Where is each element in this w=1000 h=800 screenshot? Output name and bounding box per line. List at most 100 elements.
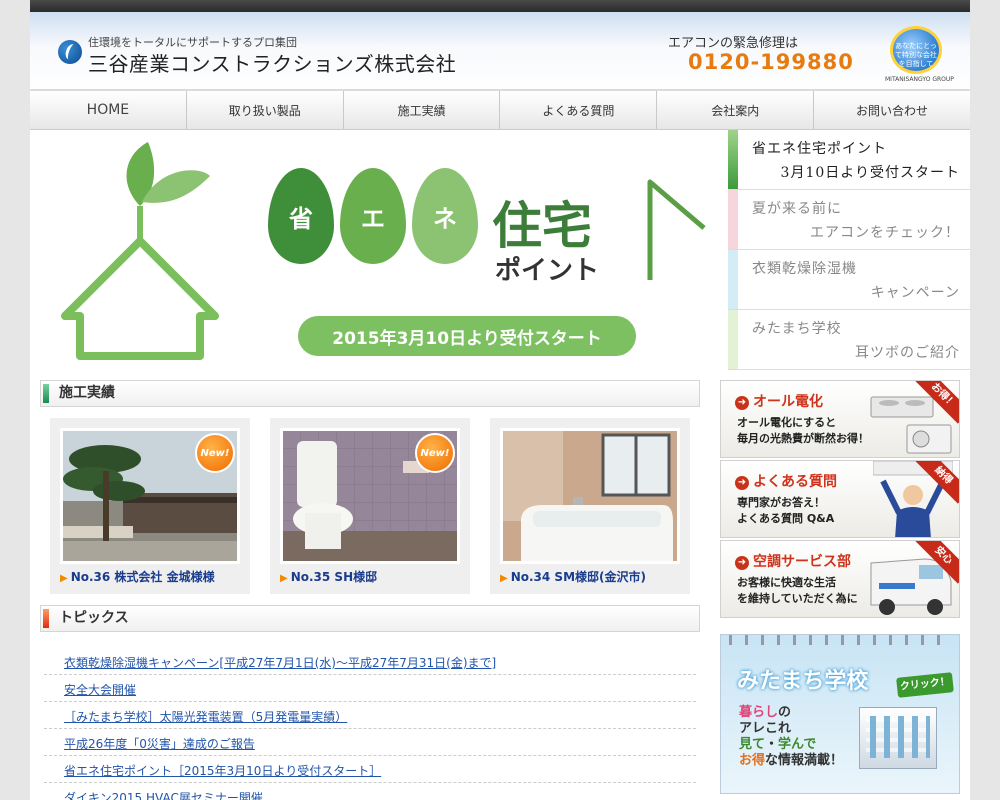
arrow-right-icon: ➜ bbox=[735, 476, 749, 490]
contact-label: エアコンの緊急修理は bbox=[668, 36, 799, 51]
nav-contact[interactable]: お問い合わせ bbox=[814, 91, 970, 129]
top-bar bbox=[30, 0, 970, 12]
phone-number[interactable]: 0120-199880 bbox=[688, 50, 854, 74]
promo-text-line1: 専門家がお答え！ bbox=[737, 496, 825, 509]
main-nav: HOME 取り扱い製品 施工実績 よくある質問 会社案内 お問い合わせ bbox=[30, 90, 970, 130]
arrow-right-icon: ➜ bbox=[735, 556, 749, 570]
school-line3-b: ・ bbox=[765, 737, 779, 752]
slider-tab-aircon[interactable]: 夏が来る前に エアコンをチェック！ bbox=[728, 190, 970, 250]
work-caption-text: No.34 SM様邸(金沢市) bbox=[510, 570, 646, 584]
work-caption-text: No.36 株式会社 金城様様 bbox=[70, 570, 215, 584]
promo-faq[interactable]: ➜ よくある質問 専門家がお答え！ よくある質問 Q&A 納得 bbox=[720, 460, 960, 538]
work-photo bbox=[500, 428, 680, 564]
slider-tab-bar bbox=[728, 130, 738, 189]
slider-tab-line1: 衣類乾燥除湿機 bbox=[752, 261, 857, 277]
page: 住環境をトータルにサポートするプロ集団 三谷産業コンストラクションズ株式会社 エ… bbox=[30, 0, 970, 800]
school-line2: アレこれ bbox=[739, 721, 792, 736]
slider-tab-dehumidifier[interactable]: 衣類乾燥除湿機 キャンペーン bbox=[728, 250, 970, 310]
slider-tab-school[interactable]: みたまち学校 耳ツボのご紹介 bbox=[728, 310, 970, 370]
school-title: みたまち学校 bbox=[737, 669, 869, 694]
promo-text: お客様に快適な生活 を維持していただく為に bbox=[737, 575, 858, 607]
works-grid: New! ▶ No.36 株式会社 金城様様 New! ▶ No.35 SH様邸… bbox=[50, 418, 690, 594]
work-caption[interactable]: ▶ No.34 SM様邸(金沢市) bbox=[500, 568, 646, 585]
list-item: 省エネ住宅ポイント［2015年3月10日より受付スタート］ bbox=[44, 756, 696, 783]
side-promos: ➜ オール電化 オール電化にすると 毎月の光熱費が断然お得！ お得！ ➜ よくある質問… bbox=[720, 380, 960, 620]
company-name[interactable]: 三谷産業コンストラクションズ株式会社 bbox=[88, 48, 456, 77]
promo-title: ➜ オール電化 bbox=[735, 391, 823, 411]
hero-word-jutaku: 住宅 bbox=[492, 197, 592, 255]
list-item: 平成26年度「0災害」達成のご報告 bbox=[44, 729, 696, 756]
hero-leaf-3: ネ bbox=[412, 168, 478, 264]
topic-link[interactable]: ダイキン2015 HVAC展セミナー開催 bbox=[64, 791, 263, 800]
school-line3-c: 学んで bbox=[778, 737, 817, 752]
hero-word-point: ポイント bbox=[495, 256, 600, 286]
school-line3-a: 見て bbox=[739, 737, 766, 752]
nav-products[interactable]: 取り扱い製品 bbox=[187, 91, 344, 129]
slider-tab-bar bbox=[728, 310, 738, 369]
slider-tab-eco-point[interactable]: 省エネ住宅ポイント 3月10日より受付スタート bbox=[728, 130, 970, 190]
promo-text: 専門家がお答え！ よくある質問 Q&A bbox=[737, 495, 834, 527]
work-caption[interactable]: ▶ No.35 SH様邸 bbox=[280, 568, 377, 585]
hero-banner[interactable]: 省 エ ネ 住宅 ポイント 2015年3月10日より受付スタート bbox=[30, 130, 727, 366]
new-badge: New! bbox=[195, 433, 235, 473]
caption-arrow-icon: ▶ bbox=[500, 573, 508, 584]
group-badge-circle: あなたにとって特別な会社を目指して bbox=[890, 26, 942, 74]
topic-link[interactable]: 衣類乾燥除湿機キャンペーン[平成27年7月1日(水)～平成27年7月31日(金)… bbox=[64, 656, 496, 670]
topic-link[interactable]: ［みたまち学校］太陽光発電装置（5月発電量実績） bbox=[64, 710, 347, 724]
school-line4-a: お得 bbox=[739, 753, 766, 768]
nav-faq[interactable]: よくある質問 bbox=[500, 91, 658, 129]
nav-company[interactable]: 会社案内 bbox=[657, 91, 815, 129]
slider-tabs: 省エネ住宅ポイント 3月10日より受付スタート 夏が来る前に エアコンをチェック… bbox=[728, 130, 970, 370]
list-item: ダイキン2015 HVAC展セミナー開催 bbox=[44, 783, 696, 800]
work-caption-text: No.35 SH様邸 bbox=[290, 570, 378, 584]
work-card[interactable]: New! ▶ No.35 SH様邸 bbox=[270, 418, 470, 594]
work-caption[interactable]: ▶ No.36 株式会社 金城様様 bbox=[60, 568, 215, 585]
promo-title-text: 空調サービス部 bbox=[753, 554, 851, 570]
site-header: 住環境をトータルにサポートするプロ集団 三谷産業コンストラクションズ株式会社 エ… bbox=[30, 12, 970, 90]
promo-title: ➜ よくある質問 bbox=[735, 471, 837, 491]
group-badge[interactable]: あなたにとって特別な会社を目指して MITANISANGYO GROUP bbox=[885, 26, 954, 92]
group-badge-label: MITANISANGYO GROUP bbox=[885, 76, 954, 83]
work-photo: New! bbox=[60, 428, 240, 564]
school-line1-rest: の bbox=[778, 705, 792, 720]
bathroom-photo bbox=[503, 431, 677, 561]
promo-text-line2: を維持していただく為に bbox=[737, 592, 858, 605]
topics-heading: トピックス bbox=[40, 605, 700, 632]
promo-aircon-service[interactable]: ➜ 空調サービス部 お客様に快適な生活 を維持していただく為に 安心 bbox=[720, 540, 960, 618]
slider-tab-line1: みたまち学校 bbox=[752, 321, 842, 337]
topic-link[interactable]: 安全大会開催 bbox=[64, 683, 136, 697]
works-heading: 施工実績 bbox=[40, 380, 700, 407]
company-logo-icon[interactable] bbox=[58, 40, 82, 64]
school-banner[interactable]: みたまち学校 クリック！ 暮らしの アレこれ 見て・学んで お得な情報満載！ bbox=[720, 634, 960, 794]
promo-text-line1: オール電化にすると bbox=[737, 416, 837, 429]
slider-tab-line2: キャンペーン bbox=[870, 285, 960, 301]
promo-all-electric[interactable]: ➜ オール電化 オール電化にすると 毎月の光熱費が断然お得！ お得！ bbox=[720, 380, 960, 458]
work-card[interactable]: ▶ No.34 SM様邸(金沢市) bbox=[490, 418, 690, 594]
slider-tab-line1: 夏が来る前に bbox=[752, 201, 842, 217]
promo-text-line2: 毎月の光熱費が断然お得！ bbox=[737, 432, 869, 445]
nav-home[interactable]: HOME bbox=[30, 91, 187, 129]
house-leaves-icon bbox=[61, 142, 219, 360]
click-label: クリック！ bbox=[896, 672, 954, 698]
promo-title: ➜ 空調サービス部 bbox=[735, 551, 851, 571]
heading-marker bbox=[43, 384, 49, 403]
work-card[interactable]: New! ▶ No.36 株式会社 金城様様 bbox=[50, 418, 250, 594]
heading-marker bbox=[43, 609, 49, 628]
topic-link[interactable]: 平成26年度「0災害」達成のご報告 bbox=[64, 737, 255, 751]
school-line1-highlight: 暮らし bbox=[739, 705, 779, 720]
notebook-rings bbox=[729, 635, 953, 645]
slider-tab-bar bbox=[728, 190, 738, 249]
hero-leaf-1: 省 bbox=[268, 168, 334, 264]
nav-works[interactable]: 施工実績 bbox=[344, 91, 501, 129]
promo-text: オール電化にすると毎月の光熱費が断然お得！ bbox=[737, 415, 869, 447]
topics-list: 衣類乾燥除湿機キャンペーン[平成27年7月1日(水)～平成27年7月31日(金)… bbox=[44, 648, 696, 800]
slider-tab-line2: 耳ツボのご紹介 bbox=[855, 345, 960, 361]
list-item: 安全大会開催 bbox=[44, 675, 696, 702]
school-building-icon bbox=[859, 707, 937, 769]
list-item: 衣類乾燥除湿機キャンペーン[平成27年7月1日(水)～平成27年7月31日(金)… bbox=[44, 648, 696, 675]
topic-link[interactable]: 省エネ住宅ポイント［2015年3月10日より受付スタート］ bbox=[64, 764, 381, 778]
works-heading-text: 施工実績 bbox=[59, 385, 115, 401]
slider-tab-bar bbox=[728, 250, 738, 309]
slider-tab-line1: 省エネ住宅ポイント bbox=[752, 141, 887, 157]
promo-title-text: オール電化 bbox=[753, 394, 823, 410]
